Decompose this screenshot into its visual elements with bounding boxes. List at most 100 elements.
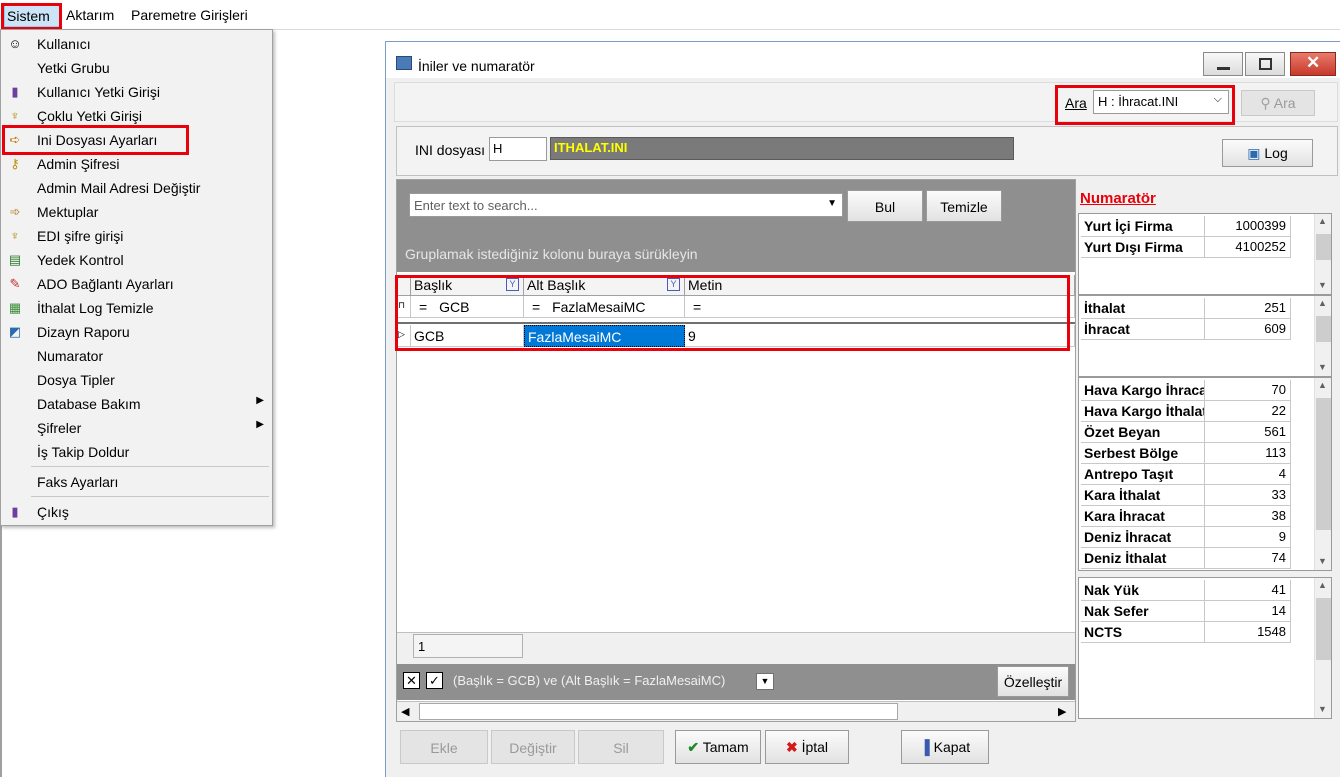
find-button[interactable]: Bul: [847, 190, 923, 222]
numarator-key: Hava Kargo İthalat: [1081, 401, 1205, 422]
search-icon: ⚲: [1260, 95, 1271, 111]
ok-button[interactable]: ✔ Tamam: [675, 730, 761, 764]
column-header-baslik[interactable]: Başlık Y: [411, 275, 524, 296]
grid-search-input[interactable]: Enter text to search... ▼: [409, 193, 843, 217]
menu-item-label: Yetki Grubu: [37, 60, 110, 76]
menu-item-cikis[interactable]: ▮ Çıkış: [1, 500, 272, 524]
log-button-label: Log: [1264, 145, 1288, 161]
menu-item-yedek-kontrol[interactable]: ▤ Yedek Kontrol: [1, 248, 272, 272]
scroll-up-icon[interactable]: ▲: [1318, 216, 1327, 226]
column-header-metin[interactable]: Metin: [685, 275, 1075, 296]
menu-aktarim[interactable]: Aktarım: [66, 7, 114, 23]
customize-button[interactable]: Özelleştir: [997, 666, 1069, 697]
filter-cell-alt-baslik[interactable]: = FazlaMesaiMC: [524, 296, 685, 318]
menu-item-numarator[interactable]: Numarator: [1, 344, 272, 368]
filter-icon[interactable]: Y: [667, 278, 680, 291]
numarator-value: 561: [1205, 422, 1291, 443]
menu-separator: [31, 466, 269, 467]
cancel-button[interactable]: ✖ İptal: [765, 730, 849, 764]
menu-item-mektuplar[interactable]: ➾ Mektuplar: [1, 200, 272, 224]
scroll-down-icon[interactable]: ▼: [1318, 704, 1327, 714]
menu-item-label: Şifreler: [37, 420, 82, 436]
scroll-up-icon[interactable]: ▲: [1318, 580, 1327, 590]
filter-separator: [397, 318, 1075, 324]
menu-item-dosya-tipler[interactable]: Dosya Tipler: [1, 368, 272, 392]
numarator-key: Özet Beyan: [1081, 422, 1205, 443]
horizontal-scrollbar[interactable]: ◀ ▶: [397, 701, 1075, 721]
filter-icon[interactable]: Y: [506, 278, 519, 291]
scroll-thumb[interactable]: [1316, 398, 1331, 530]
cell-baslik[interactable]: GCB: [411, 325, 524, 347]
menu-item-sifreler[interactable]: Şifreler ▶: [1, 416, 272, 440]
numarator-key: İthalat: [1081, 298, 1205, 319]
menu-item-admin-mail[interactable]: Admin Mail Adresi Değiştir: [1, 176, 272, 200]
menu-item-label: Admin Mail Adresi Değiştir: [37, 180, 201, 196]
scroll-right-icon[interactable]: ▶: [1058, 705, 1066, 718]
ini-code-field[interactable]: H: [489, 137, 547, 161]
scroll-left-icon[interactable]: ◀: [401, 705, 409, 718]
menu-item-is-takip-doldur[interactable]: İş Takip Doldur: [1, 440, 272, 464]
menu-item-ithalat-log-temizle[interactable]: ▦ İthalat Log Temizle: [1, 296, 272, 320]
vertical-scrollbar[interactable]: ▲ ▼: [1314, 578, 1331, 718]
cell-metin[interactable]: 9: [685, 325, 1075, 347]
scroll-down-icon[interactable]: ▼: [1318, 280, 1327, 290]
scroll-up-icon[interactable]: ▲: [1318, 380, 1327, 390]
menu-parametre-girisleri[interactable]: Paremetre Girişleri: [131, 7, 248, 23]
maximize-button[interactable]: [1245, 52, 1285, 76]
menu-item-faks-ayarlari[interactable]: Faks Ayarları: [1, 470, 272, 494]
menu-item-coklu-yetki-girisi[interactable]: ♆ Çoklu Yetki Girişi: [1, 104, 272, 128]
vertical-scrollbar[interactable]: ▲ ▼: [1314, 296, 1331, 376]
filter-cell-baslik[interactable]: = GCB: [411, 296, 524, 318]
numarator-group-nak: Nak Yük 41 Nak Sefer 14 NCTS 1548 ▲ ▼: [1078, 577, 1332, 719]
numarator-value: 70: [1205, 380, 1291, 401]
menu-item-kullanici[interactable]: ☺ Kullanıcı: [1, 32, 272, 56]
log-button[interactable]: ▣ Log: [1222, 139, 1313, 167]
add-button[interactable]: Ekle: [400, 730, 488, 764]
maximize-icon: [1259, 58, 1272, 70]
scroll-thumb[interactable]: [1316, 598, 1331, 660]
menu-item-label: Faks Ayarları: [37, 474, 119, 490]
menu-item-ado-baglanti[interactable]: ✎ ADO Bağlantı Ayarları: [1, 272, 272, 296]
menu-item-dizayn-raporu[interactable]: ◩ Dizayn Raporu: [1, 320, 272, 344]
menu-sistem[interactable]: Sistem: [4, 3, 60, 27]
filter-enabled-checkbox[interactable]: ✓: [426, 672, 443, 689]
clear-button[interactable]: Temizle: [926, 190, 1002, 222]
menu-item-kullanici-yetki-girisi[interactable]: ▮ Kullanıcı Yetki Girişi: [1, 80, 272, 104]
scroll-thumb[interactable]: [1316, 316, 1331, 342]
column-label: Metin: [688, 277, 723, 293]
scroll-down-icon[interactable]: ▼: [1318, 362, 1327, 372]
minimize-button[interactable]: [1203, 52, 1243, 76]
cell-alt-baslik[interactable]: FazlaMesaiMC: [524, 325, 685, 347]
edit-button[interactable]: Değiştir: [491, 730, 575, 764]
numarator-value: 4100252: [1205, 237, 1291, 258]
exit-icon: ▮: [11, 504, 19, 519]
vertical-scrollbar[interactable]: ▲ ▼: [1314, 378, 1331, 570]
cancel-icon: ✖: [785, 739, 798, 755]
scroll-thumb[interactable]: [1316, 234, 1331, 260]
menu-item-label: Database Bakım: [37, 396, 141, 412]
menu-item-database-bakim[interactable]: Database Bakım ▶: [1, 392, 272, 416]
filter-dropdown-button[interactable]: ▼: [756, 673, 774, 690]
numarator-key: Hava Kargo İhracat: [1081, 380, 1205, 401]
numarator-key: Nak Sefer: [1081, 601, 1205, 622]
menu-item-yetki-grubu[interactable]: Yetki Grubu: [1, 56, 272, 80]
scroll-up-icon[interactable]: ▲: [1318, 298, 1327, 308]
close-window-button[interactable]: ✕: [1290, 52, 1336, 76]
filter-row-indicator: ⊓: [397, 296, 411, 318]
page-field[interactable]: 1: [413, 634, 523, 658]
scroll-thumb[interactable]: [419, 703, 898, 720]
menu-bar: Sistem Aktarım Paremetre Girişleri: [0, 0, 1340, 30]
clear-filter-icon[interactable]: ✕: [403, 672, 420, 689]
search-button[interactable]: ⚲ Ara: [1241, 90, 1315, 116]
numarator-group-beyan: Hava Kargo İhracat 70 Hava Kargo İthalat 2…: [1078, 377, 1332, 571]
menu-item-ini-dosyasi-ayarlari[interactable]: ➪ Ini Dosyası Ayarları: [1, 128, 272, 152]
column-header-alt-baslik[interactable]: Alt Başlık Y: [524, 275, 685, 296]
filter-cell-metin[interactable]: =: [685, 296, 1075, 318]
vertical-scrollbar[interactable]: ▲ ▼: [1314, 214, 1331, 294]
close-button[interactable]: ▐ Kapat: [901, 730, 989, 764]
scroll-down-icon[interactable]: ▼: [1318, 556, 1327, 566]
delete-button[interactable]: Sil: [578, 730, 664, 764]
menu-item-edi-sifre[interactable]: ♆ EDI şifre girişi: [1, 224, 272, 248]
ini-select[interactable]: H : İhracat.INI ⌵: [1093, 90, 1229, 114]
menu-item-admin-sifresi[interactable]: ⚷ Admin Şifresi: [1, 152, 272, 176]
